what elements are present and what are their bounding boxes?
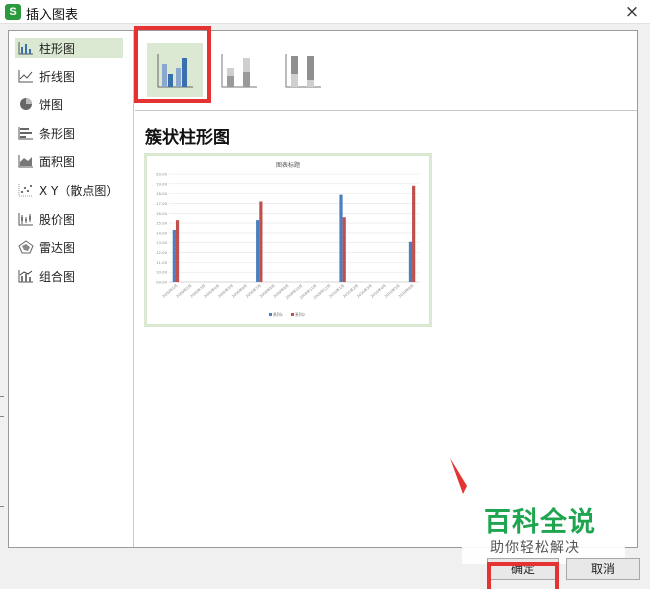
annotation-arrow-icon xyxy=(450,458,467,494)
bar-chart-icon xyxy=(18,127,33,140)
sidebar-item-area[interactable]: 面积图 xyxy=(15,151,123,171)
edge-mark xyxy=(0,416,4,417)
legend-swatch xyxy=(291,313,294,316)
y-tick-label: 11.00 xyxy=(156,260,167,265)
ok-button[interactable]: 确定 xyxy=(487,558,559,580)
y-tick-label: 19.00 xyxy=(156,181,167,186)
pie-chart-icon xyxy=(20,98,32,110)
combo-chart-icon xyxy=(18,270,33,283)
edge-mark xyxy=(0,396,4,397)
legend-label: 系列1 xyxy=(273,312,284,317)
clustered-column-icon xyxy=(157,54,193,88)
y-tick-label: 10.00 xyxy=(156,270,167,275)
chart-title: 图表标题 xyxy=(276,161,300,169)
chart-bar xyxy=(172,229,176,282)
subtype-percent-stacked-column[interactable] xyxy=(275,43,331,97)
sidebar-item-label: 折线图 xyxy=(39,69,76,84)
sidebar-item-pie[interactable]: 饼图 xyxy=(15,94,123,114)
sidebar-item-radar[interactable]: 雷达图 xyxy=(15,237,123,257)
chart-bar xyxy=(259,201,263,282)
edge-mark xyxy=(0,506,4,507)
sidebar-item-label: 面积图 xyxy=(39,154,76,169)
chart-bar xyxy=(412,185,416,282)
y-tick-label: 14.00 xyxy=(156,230,167,235)
watermark-title: 百科全说 xyxy=(484,507,596,538)
y-tick-label: 12.00 xyxy=(156,250,167,255)
preview-chart: 图表标题 09.00 10.00 11.00 12.00 13.00 14.00 15.00… xyxy=(156,161,419,317)
close-button[interactable]: × xyxy=(622,2,642,22)
dialog-title: 插入图表 xyxy=(26,8,79,23)
chart-bar xyxy=(256,220,260,282)
column-chart-icon xyxy=(18,42,33,55)
sidebar-item-stock[interactable]: 股价图 xyxy=(15,209,123,229)
y-tick-label: 18.00 xyxy=(156,191,167,196)
subtype-clustered-column[interactable] xyxy=(147,43,203,97)
dialog-body: 柱形图 折线图 饼图 条形图 面积图 X Y（散点图） 股价图 雷达图 组合图 … xyxy=(8,30,638,548)
legend-swatch xyxy=(269,313,272,316)
chart-bar xyxy=(342,217,346,282)
chart-type-list: 柱形图 折线图 饼图 条形图 面积图 X Y（散点图） 股价图 雷达图 组合图 xyxy=(9,31,134,547)
line-chart-icon xyxy=(18,70,33,83)
stock-chart-icon xyxy=(18,213,33,226)
subtype-stacked-column[interactable] xyxy=(211,43,267,97)
sidebar-item-label: 饼图 xyxy=(39,97,64,112)
chart-options-panel: 簇状柱形图 图表标题 09.00 10.00 11.00 12.00 13.00 14.0… xyxy=(135,31,637,547)
sidebar-item-label: 组合图 xyxy=(39,269,76,284)
sidebar-item-label: 雷达图 xyxy=(39,240,76,255)
y-tick-label: 16.00 xyxy=(156,211,167,216)
y-tick-label: 17.00 xyxy=(156,201,167,206)
sidebar-item-column[interactable]: 柱形图 xyxy=(15,38,123,58)
sidebar-item-bar[interactable]: 条形图 xyxy=(15,123,123,143)
area-chart-icon xyxy=(18,155,33,168)
stacked-column-icon xyxy=(221,54,257,88)
sidebar-item-label: 股价图 xyxy=(39,212,76,227)
chart-bar xyxy=(339,194,343,282)
sidebar-item-combo[interactable]: 组合图 xyxy=(15,266,123,286)
sidebar-item-line[interactable]: 折线图 xyxy=(15,66,123,86)
sidebar-item-scatter[interactable]: X Y（散点图） xyxy=(15,180,123,200)
y-tick-label: 09.00 xyxy=(156,280,167,285)
selected-chart-name: 簇状柱形图 xyxy=(145,128,230,148)
title-bar: S 插入图表 × xyxy=(0,0,650,24)
scatter-chart-icon xyxy=(18,184,33,197)
wps-app-icon: S xyxy=(5,4,21,20)
chart-subtype-row xyxy=(135,31,637,111)
watermark: 百科全说 助你轻松解决 xyxy=(462,498,625,564)
y-tick-label: 15.00 xyxy=(156,221,167,226)
y-tick-label: 20.00 xyxy=(156,172,167,177)
watermark-subtitle: 助你轻松解决 xyxy=(490,540,580,556)
sidebar-item-label: 条形图 xyxy=(39,126,76,141)
chart-preview[interactable]: 图表标题 09.00 10.00 11.00 12.00 13.00 14.00 15.00… xyxy=(144,153,432,327)
cancel-button[interactable]: 取消 xyxy=(566,558,640,580)
sidebar-item-label: X Y（散点图） xyxy=(39,183,119,198)
percent-stacked-column-icon xyxy=(285,54,321,88)
chart-bar xyxy=(408,241,413,282)
chart-bar xyxy=(175,220,180,282)
legend-label: 系列2 xyxy=(295,312,306,317)
x-tick-label: 2010年6月 xyxy=(397,283,414,299)
sidebar-item-label: 柱形图 xyxy=(39,41,76,56)
radar-chart-icon xyxy=(18,240,34,254)
y-tick-label: 13.00 xyxy=(156,240,167,245)
